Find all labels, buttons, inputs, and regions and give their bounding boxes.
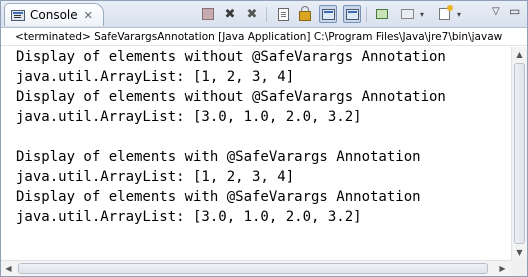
chevron-down-icon[interactable]: ▾ <box>420 10 424 19</box>
show-when-stdout-icon[interactable] <box>319 5 337 23</box>
vertical-scrollbar[interactable]: ▲ ▼ <box>511 47 527 260</box>
horizontal-scrollbar[interactable]: ◀ ▶ <box>1 260 511 276</box>
tab-label: Console <box>30 8 78 22</box>
vertical-scroll-thumb[interactable] <box>514 63 525 244</box>
chevron-down-icon[interactable]: ▾ <box>457 10 461 19</box>
scroll-right-icon[interactable]: ▶ <box>495 261 510 276</box>
remove-all-terminated-icon[interactable]: ✖ <box>243 5 261 23</box>
close-icon[interactable]: ✕ <box>84 9 93 22</box>
console-line: java.util.ArrayList: [3.0, 1.0, 2.0, 3.2… <box>16 109 362 125</box>
remove-launch-icon[interactable]: ✖ <box>221 5 239 23</box>
console-line: Display of elements without @SafeVarargs… <box>16 49 446 65</box>
scroll-left-icon[interactable]: ◀ <box>1 261 16 276</box>
console-line: java.util.ArrayList: [3.0, 1.0, 2.0, 3.2… <box>16 209 362 225</box>
console-line: java.util.ArrayList: [1, 2, 3, 4] <box>16 169 295 185</box>
console-view: Console ✕ ✖ ✖ ▾ ▾ ▽ ▭ <terminated> SafeV… <box>0 0 528 277</box>
terminate-icon[interactable] <box>199 5 217 23</box>
clear-console-icon[interactable] <box>274 5 292 23</box>
scroll-up-icon[interactable]: ▲ <box>512 47 527 62</box>
open-console-icon[interactable] <box>435 5 453 23</box>
toolbar-separator <box>366 7 367 22</box>
process-status: <terminated> SafeVarargsAnnotation [Java… <box>1 28 527 46</box>
show-when-stderr-icon[interactable] <box>343 5 361 23</box>
console-line: Display of elements with @SafeVarargs An… <box>16 189 421 205</box>
toolbar-separator <box>266 7 267 22</box>
view-toolbar: Console ✕ ✖ ✖ ▾ ▾ ▽ ▭ <box>1 1 527 28</box>
pin-console-icon[interactable] <box>373 5 391 23</box>
console-output[interactable]: Display of elements without @SafeVarargs… <box>1 47 511 260</box>
view-menu-icon[interactable]: ▽ <box>492 6 500 17</box>
scroll-lock-icon[interactable] <box>296 5 314 23</box>
horizontal-scroll-thumb[interactable] <box>18 263 488 274</box>
minimize-icon[interactable]: ▭ <box>509 4 520 18</box>
console-line: java.util.ArrayList: [1, 2, 3, 4] <box>16 69 295 85</box>
scrollbar-corner <box>511 260 527 276</box>
display-selected-console-icon[interactable] <box>398 5 416 23</box>
console-line: Display of elements without @SafeVarargs… <box>16 89 446 105</box>
console-icon <box>11 9 25 21</box>
tab-console[interactable]: Console ✕ <box>4 3 104 26</box>
scroll-down-icon[interactable]: ▼ <box>512 245 527 260</box>
console-line: Display of elements with @SafeVarargs An… <box>16 149 421 165</box>
